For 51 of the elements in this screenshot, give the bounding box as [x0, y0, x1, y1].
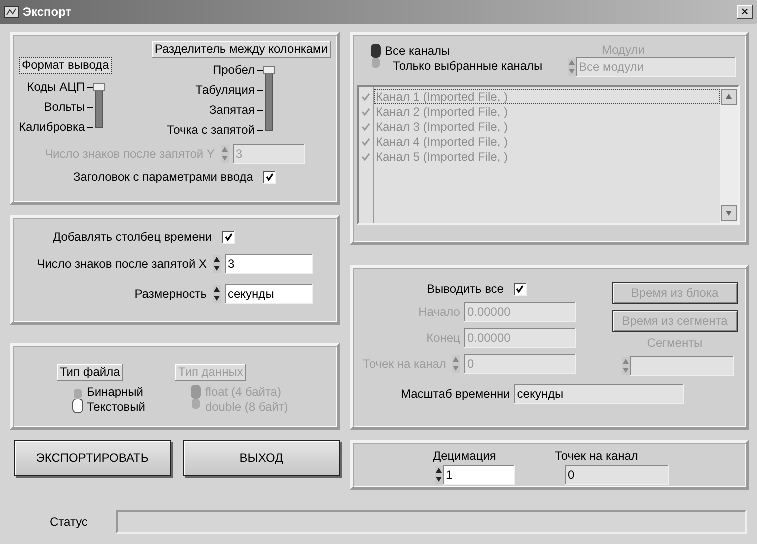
toggle-option: Текстовый [87, 400, 146, 414]
slider-option: Пробел [213, 63, 255, 77]
status-label: Статус [50, 515, 88, 529]
spin-buttons[interactable] [213, 255, 221, 273]
channel-list[interactable]: Канал 1 (Imported File, ) Канал 2 (Imported File, ) Канал 3 (Imported File, ) Канал 4 (Imported File, ) Канал 5 (Imported File, ) [357, 85, 740, 225]
list-item[interactable]: Канал 5 (Imported File, ) [374, 149, 720, 164]
checkbox-label: Заголовок с параметрами ввода [74, 170, 254, 184]
field-label: Число знаков после запятой X [37, 257, 207, 271]
window-title: Экспорт [23, 5, 72, 19]
checkbox-label: Выводить все [427, 282, 504, 296]
list-item[interactable]: Канал 4 (Imported File, ) [374, 134, 720, 149]
field-label: Масштаб временни [401, 387, 510, 401]
checkbox[interactable] [222, 230, 236, 244]
action-button[interactable]: ВЫХОД [183, 440, 340, 476]
toggle-lever[interactable] [369, 43, 383, 58]
indicator-field: 0 [565, 465, 669, 485]
group-label: Тип данных [175, 364, 246, 381]
group-label: Разделитель между колонками [152, 41, 331, 58]
action-button[interactable]: ЭКСПОРТИРОВАТЬ [14, 440, 171, 476]
field-label: Размерность [134, 287, 207, 301]
group-label: Тип файла [57, 364, 124, 381]
toggle-option: Бинарный [87, 384, 144, 398]
list-item[interactable]: Канал 3 (Imported File, ) [374, 119, 720, 134]
scroll-up-icon[interactable] [721, 89, 737, 105]
scroll-down-icon[interactable] [721, 205, 737, 221]
close-button[interactable]: × [737, 5, 753, 19]
checkbox[interactable] [263, 170, 276, 184]
spin-buttons[interactable] [435, 466, 443, 484]
toggle-lever[interactable] [71, 399, 85, 414]
toggle-option: Все каналы [385, 44, 450, 58]
slider-option: Вольты [44, 100, 86, 114]
dropdown-field[interactable] [630, 356, 734, 376]
slider-option: Калибровка [19, 120, 86, 134]
field-label: Точек на канал [555, 449, 638, 463]
field-label: Децимация [433, 449, 496, 463]
slider-option: Запятая [210, 103, 255, 117]
toggle-option: Только выбранные каналы [385, 58, 543, 72]
text-field[interactable]: секунды [225, 284, 313, 304]
spin-buttons[interactable] [213, 285, 221, 303]
scrollbar[interactable] [720, 87, 738, 223]
list-item[interactable]: Канал 1 (Imported File, ) [374, 89, 720, 104]
number-field[interactable]: 3 [225, 254, 313, 274]
group-label: Формат вывода [19, 57, 112, 74]
slider-option: Коды АЦП [27, 80, 86, 94]
number-field[interactable]: 1 [443, 465, 515, 485]
checkbox[interactable] [514, 282, 527, 296]
list-item[interactable]: Канал 2 (Imported File, ) [374, 104, 720, 119]
slider-option: Табуляция [196, 83, 255, 97]
checkbox-label: Добавлять столбец времени [53, 230, 212, 244]
slider-option: Точка с запятой [167, 123, 255, 137]
app-icon [4, 4, 20, 20]
